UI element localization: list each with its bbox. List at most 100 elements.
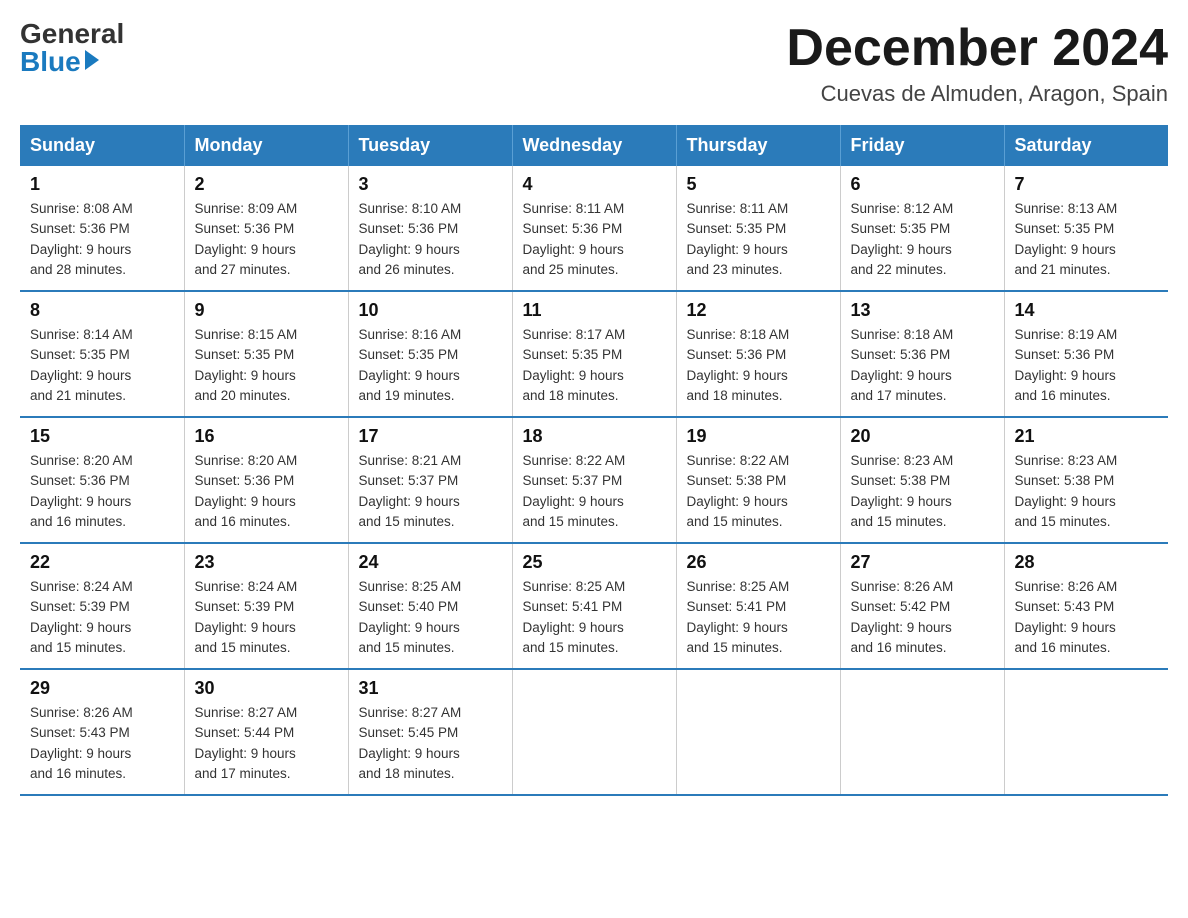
day-cell: 7 Sunrise: 8:13 AMSunset: 5:35 PMDayligh… [1004,166,1168,291]
day-info: Sunrise: 8:26 AMSunset: 5:43 PMDaylight:… [1015,579,1118,655]
day-number: 11 [523,300,666,321]
day-cell: 22 Sunrise: 8:24 AMSunset: 5:39 PMDaylig… [20,543,184,669]
day-cell: 11 Sunrise: 8:17 AMSunset: 5:35 PMDaylig… [512,291,676,417]
logo-triangle-icon [85,50,99,70]
day-cell: 18 Sunrise: 8:22 AMSunset: 5:37 PMDaylig… [512,417,676,543]
day-cell: 9 Sunrise: 8:15 AMSunset: 5:35 PMDayligh… [184,291,348,417]
day-info: Sunrise: 8:25 AMSunset: 5:40 PMDaylight:… [359,579,462,655]
day-cell: 19 Sunrise: 8:22 AMSunset: 5:38 PMDaylig… [676,417,840,543]
day-number: 19 [687,426,830,447]
day-info: Sunrise: 8:13 AMSunset: 5:35 PMDaylight:… [1015,201,1118,277]
day-info: Sunrise: 8:12 AMSunset: 5:35 PMDaylight:… [851,201,954,277]
day-cell: 10 Sunrise: 8:16 AMSunset: 5:35 PMDaylig… [348,291,512,417]
day-cell: 2 Sunrise: 8:09 AMSunset: 5:36 PMDayligh… [184,166,348,291]
day-cell: 25 Sunrise: 8:25 AMSunset: 5:41 PMDaylig… [512,543,676,669]
calendar-header-row: SundayMondayTuesdayWednesdayThursdayFrid… [20,125,1168,166]
day-info: Sunrise: 8:25 AMSunset: 5:41 PMDaylight:… [523,579,626,655]
day-info: Sunrise: 8:23 AMSunset: 5:38 PMDaylight:… [1015,453,1118,529]
day-cell: 12 Sunrise: 8:18 AMSunset: 5:36 PMDaylig… [676,291,840,417]
day-number: 28 [1015,552,1159,573]
header-thursday: Thursday [676,125,840,166]
title-area: December 2024 Cuevas de Almuden, Aragon,… [786,20,1168,107]
day-number: 14 [1015,300,1159,321]
header-sunday: Sunday [20,125,184,166]
day-info: Sunrise: 8:23 AMSunset: 5:38 PMDaylight:… [851,453,954,529]
day-cell: 30 Sunrise: 8:27 AMSunset: 5:44 PMDaylig… [184,669,348,795]
day-info: Sunrise: 8:17 AMSunset: 5:35 PMDaylight:… [523,327,626,403]
day-info: Sunrise: 8:10 AMSunset: 5:36 PMDaylight:… [359,201,462,277]
week-row-2: 15 Sunrise: 8:20 AMSunset: 5:36 PMDaylig… [20,417,1168,543]
day-info: Sunrise: 8:24 AMSunset: 5:39 PMDaylight:… [195,579,298,655]
day-cell: 5 Sunrise: 8:11 AMSunset: 5:35 PMDayligh… [676,166,840,291]
day-number: 5 [687,174,830,195]
day-number: 1 [30,174,174,195]
day-info: Sunrise: 8:09 AMSunset: 5:36 PMDaylight:… [195,201,298,277]
day-cell: 27 Sunrise: 8:26 AMSunset: 5:42 PMDaylig… [840,543,1004,669]
day-number: 21 [1015,426,1159,447]
day-info: Sunrise: 8:22 AMSunset: 5:37 PMDaylight:… [523,453,626,529]
day-cell: 21 Sunrise: 8:23 AMSunset: 5:38 PMDaylig… [1004,417,1168,543]
day-number: 8 [30,300,174,321]
day-cell: 1 Sunrise: 8:08 AMSunset: 5:36 PMDayligh… [20,166,184,291]
day-number: 13 [851,300,994,321]
logo: General Blue [20,20,124,76]
day-number: 6 [851,174,994,195]
week-row-0: 1 Sunrise: 8:08 AMSunset: 5:36 PMDayligh… [20,166,1168,291]
day-cell: 23 Sunrise: 8:24 AMSunset: 5:39 PMDaylig… [184,543,348,669]
month-title: December 2024 [786,20,1168,77]
week-row-1: 8 Sunrise: 8:14 AMSunset: 5:35 PMDayligh… [20,291,1168,417]
day-number: 22 [30,552,174,573]
day-cell: 20 Sunrise: 8:23 AMSunset: 5:38 PMDaylig… [840,417,1004,543]
day-cell: 26 Sunrise: 8:25 AMSunset: 5:41 PMDaylig… [676,543,840,669]
day-number: 7 [1015,174,1159,195]
week-row-3: 22 Sunrise: 8:24 AMSunset: 5:39 PMDaylig… [20,543,1168,669]
day-cell [1004,669,1168,795]
location-title: Cuevas de Almuden, Aragon, Spain [786,81,1168,107]
day-cell: 28 Sunrise: 8:26 AMSunset: 5:43 PMDaylig… [1004,543,1168,669]
header-friday: Friday [840,125,1004,166]
day-info: Sunrise: 8:24 AMSunset: 5:39 PMDaylight:… [30,579,133,655]
day-info: Sunrise: 8:20 AMSunset: 5:36 PMDaylight:… [30,453,133,529]
day-number: 3 [359,174,502,195]
day-number: 23 [195,552,338,573]
day-number: 9 [195,300,338,321]
day-info: Sunrise: 8:11 AMSunset: 5:35 PMDaylight:… [687,201,789,277]
day-info: Sunrise: 8:25 AMSunset: 5:41 PMDaylight:… [687,579,790,655]
day-number: 24 [359,552,502,573]
day-number: 27 [851,552,994,573]
day-number: 16 [195,426,338,447]
day-number: 25 [523,552,666,573]
day-number: 31 [359,678,502,699]
day-info: Sunrise: 8:15 AMSunset: 5:35 PMDaylight:… [195,327,298,403]
header-wednesday: Wednesday [512,125,676,166]
day-cell: 16 Sunrise: 8:20 AMSunset: 5:36 PMDaylig… [184,417,348,543]
day-cell: 31 Sunrise: 8:27 AMSunset: 5:45 PMDaylig… [348,669,512,795]
day-number: 26 [687,552,830,573]
day-info: Sunrise: 8:19 AMSunset: 5:36 PMDaylight:… [1015,327,1118,403]
day-cell: 3 Sunrise: 8:10 AMSunset: 5:36 PMDayligh… [348,166,512,291]
day-info: Sunrise: 8:27 AMSunset: 5:45 PMDaylight:… [359,705,462,781]
day-info: Sunrise: 8:08 AMSunset: 5:36 PMDaylight:… [30,201,133,277]
day-cell [512,669,676,795]
day-number: 15 [30,426,174,447]
day-cell: 8 Sunrise: 8:14 AMSunset: 5:35 PMDayligh… [20,291,184,417]
day-info: Sunrise: 8:18 AMSunset: 5:36 PMDaylight:… [851,327,954,403]
day-cell: 6 Sunrise: 8:12 AMSunset: 5:35 PMDayligh… [840,166,1004,291]
day-number: 20 [851,426,994,447]
day-info: Sunrise: 8:22 AMSunset: 5:38 PMDaylight:… [687,453,790,529]
day-info: Sunrise: 8:16 AMSunset: 5:35 PMDaylight:… [359,327,462,403]
header-monday: Monday [184,125,348,166]
day-number: 10 [359,300,502,321]
day-number: 18 [523,426,666,447]
day-info: Sunrise: 8:20 AMSunset: 5:36 PMDaylight:… [195,453,298,529]
day-cell: 4 Sunrise: 8:11 AMSunset: 5:36 PMDayligh… [512,166,676,291]
day-number: 29 [30,678,174,699]
week-row-4: 29 Sunrise: 8:26 AMSunset: 5:43 PMDaylig… [20,669,1168,795]
day-cell: 24 Sunrise: 8:25 AMSunset: 5:40 PMDaylig… [348,543,512,669]
logo-general: General [20,20,124,48]
day-number: 30 [195,678,338,699]
day-info: Sunrise: 8:11 AMSunset: 5:36 PMDaylight:… [523,201,625,277]
day-info: Sunrise: 8:18 AMSunset: 5:36 PMDaylight:… [687,327,790,403]
day-cell: 17 Sunrise: 8:21 AMSunset: 5:37 PMDaylig… [348,417,512,543]
day-cell [676,669,840,795]
